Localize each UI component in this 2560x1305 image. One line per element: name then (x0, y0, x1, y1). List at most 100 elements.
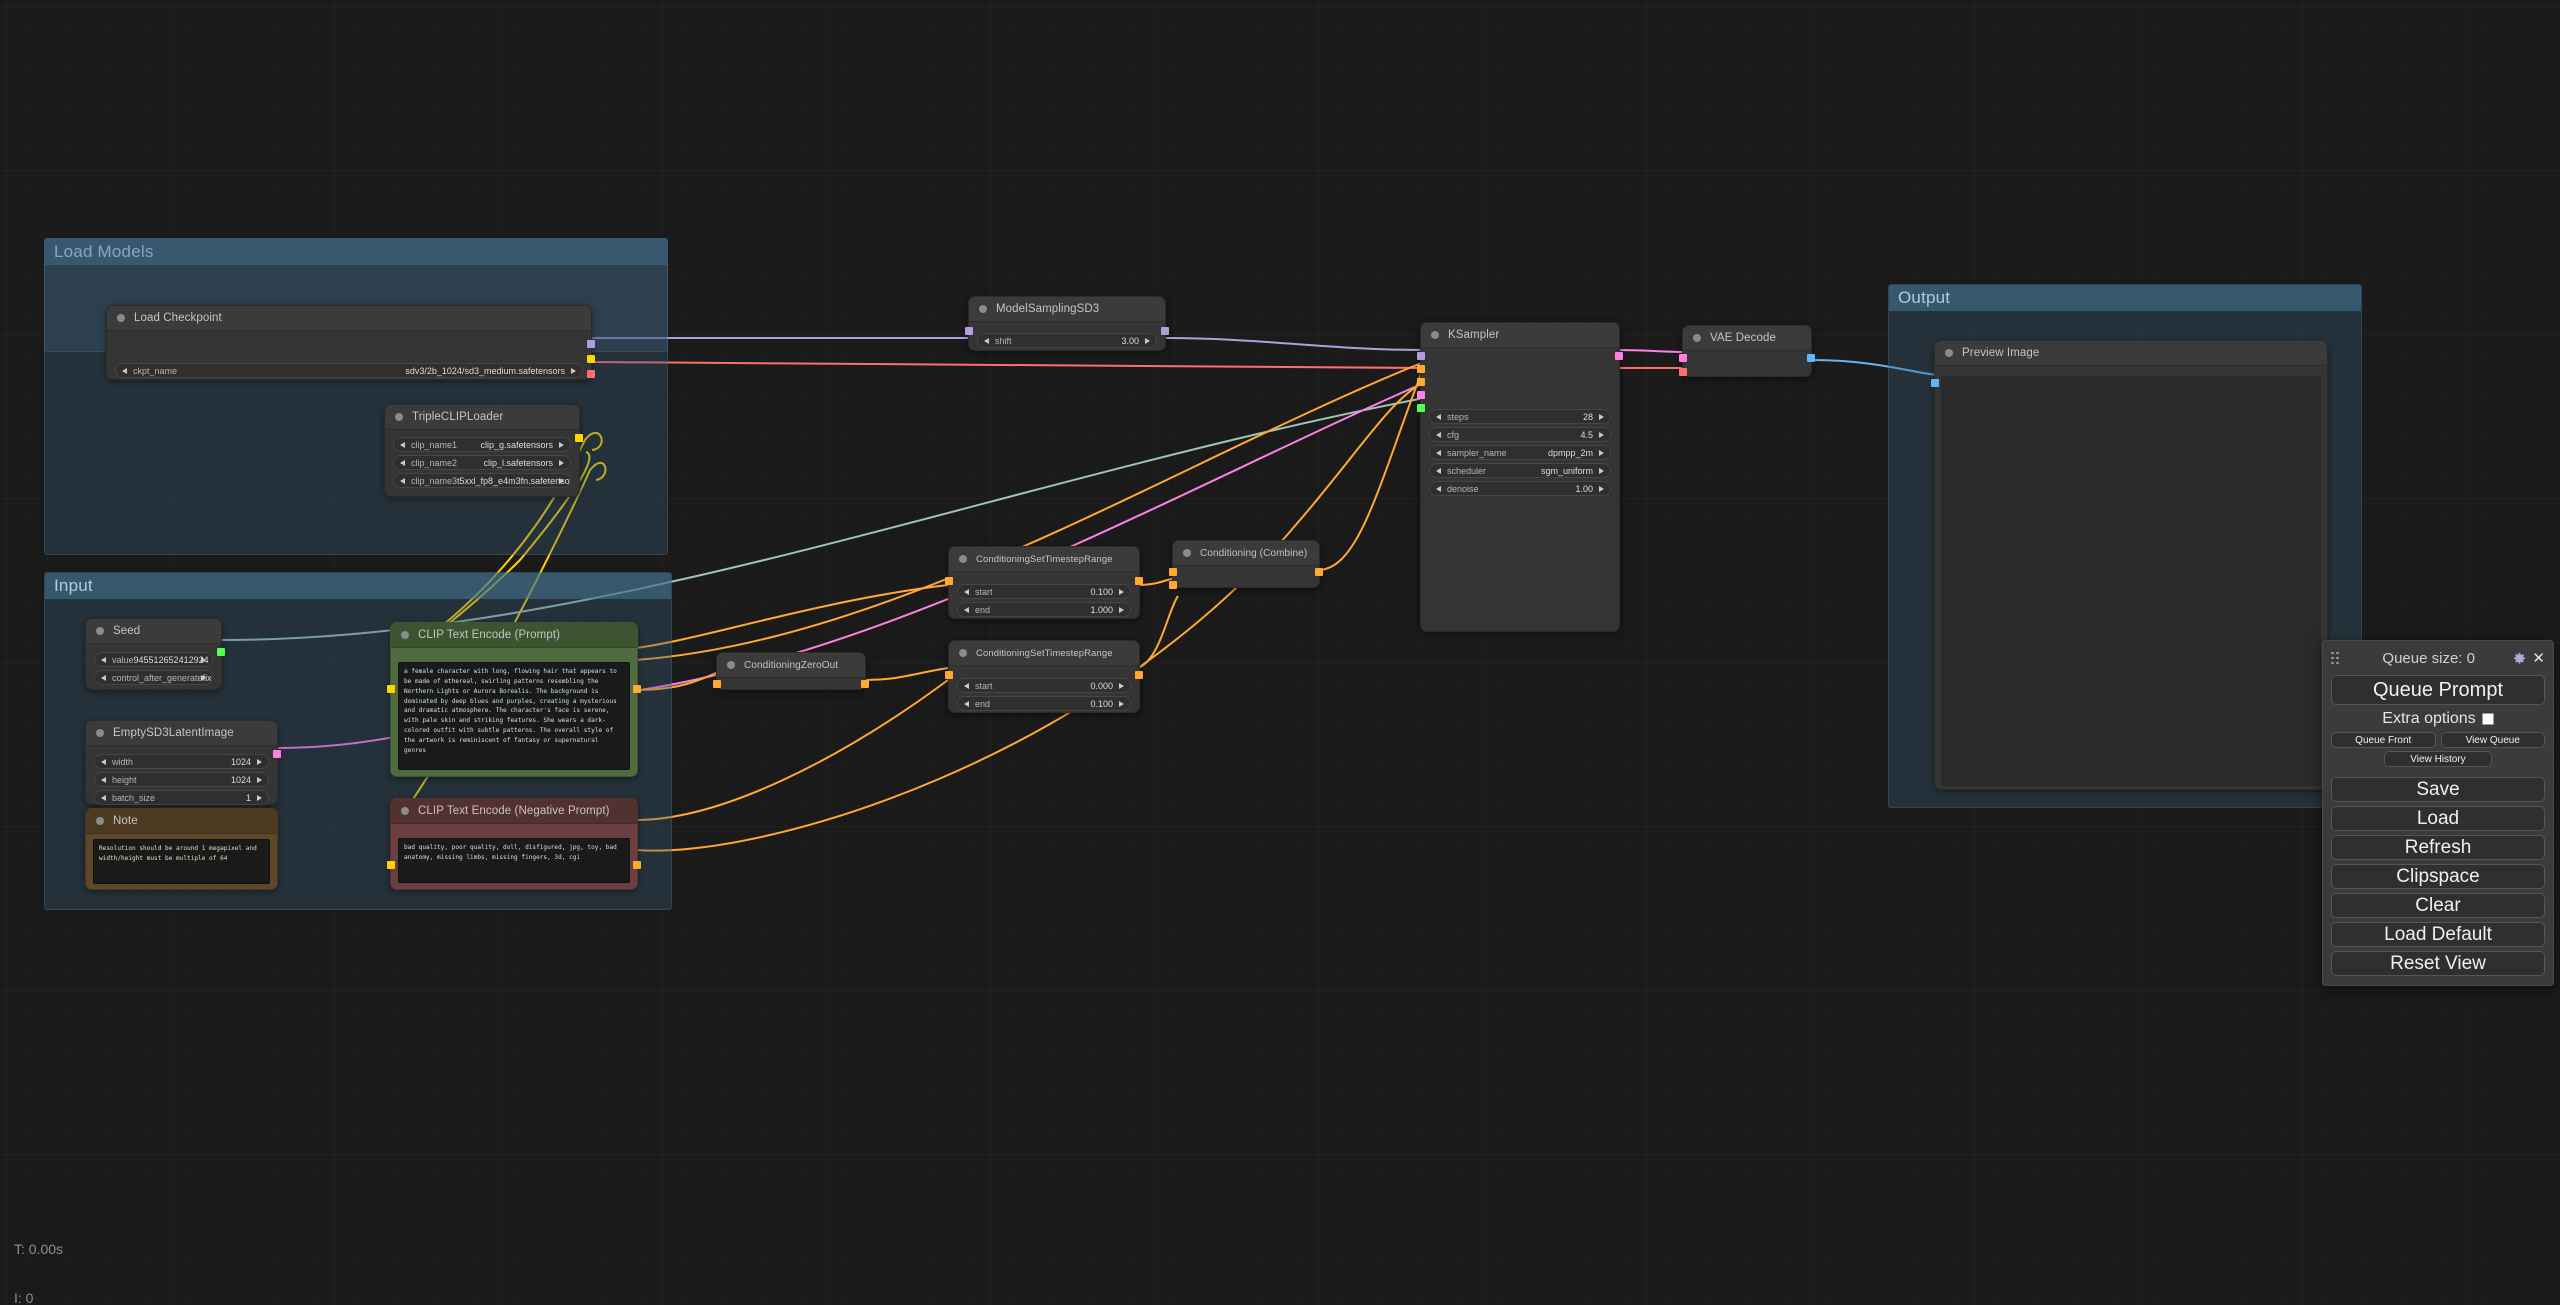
output-slot-conditioning[interactable] (633, 861, 641, 869)
input-slot-seed[interactable] (1417, 404, 1425, 412)
node-header[interactable]: ConditioningZeroOut (717, 653, 865, 678)
input-slot-conditioning-2[interactable] (1169, 581, 1177, 589)
node-collapse-icon[interactable] (401, 631, 409, 639)
input-slot-model[interactable] (1417, 352, 1425, 360)
view-history-button[interactable]: View History (2384, 751, 2492, 767)
increment-arrow-icon[interactable] (571, 367, 576, 374)
output-slot-conditioning[interactable] (861, 680, 869, 688)
widget-sampler-name[interactable]: sampler_name dpmpp_2m (1429, 445, 1611, 460)
node-load-checkpoint[interactable]: Load Checkpoint ckpt_name sdv3/2b_1024/s… (106, 305, 595, 380)
clear-button[interactable]: Clear (2331, 893, 2545, 918)
decrement-arrow-icon[interactable] (101, 674, 106, 681)
input-slot-positive[interactable] (1417, 365, 1425, 373)
decrement-arrow-icon[interactable] (1436, 449, 1441, 456)
node-collapse-icon[interactable] (117, 314, 125, 322)
gear-icon[interactable] (2512, 651, 2527, 666)
widget-start[interactable]: start 0.000 (957, 678, 1131, 693)
widget-clip-name3[interactable]: clip_name3 t5xxl_fp8_e4m3fn.safetensors (393, 473, 571, 488)
node-header[interactable]: Load Checkpoint (107, 306, 591, 331)
decrement-arrow-icon[interactable] (101, 776, 106, 783)
input-slot-samples[interactable] (1679, 354, 1687, 362)
decrement-arrow-icon[interactable] (400, 441, 405, 448)
widget-end[interactable]: end 0.100 (957, 696, 1131, 711)
node-header[interactable]: CLIP Text Encode (Negative Prompt) (391, 799, 637, 824)
decrement-arrow-icon[interactable] (101, 758, 106, 765)
widget-start[interactable]: start 0.100 (957, 584, 1131, 599)
increment-arrow-icon[interactable] (1119, 682, 1124, 689)
node-collapse-icon[interactable] (96, 627, 104, 635)
output-slot-model[interactable] (587, 340, 595, 348)
node-collapse-icon[interactable] (96, 817, 104, 825)
node-collapse-icon[interactable] (959, 555, 967, 563)
output-slot-model[interactable] (1161, 327, 1169, 335)
widget-seed-value[interactable]: value 945512652412924 (94, 652, 213, 667)
node-collapse-icon[interactable] (959, 649, 967, 657)
output-slot-latent[interactable] (273, 750, 281, 758)
widget-control-after-generate[interactable]: control_after_generate fixed (94, 670, 213, 685)
node-model-sampling-sd3[interactable]: ModelSamplingSD3 shift 3.00 (965, 296, 1169, 351)
increment-arrow-icon[interactable] (201, 674, 206, 681)
widget-width[interactable]: width 1024 (94, 754, 269, 769)
decrement-arrow-icon[interactable] (1436, 413, 1441, 420)
load-button[interactable]: Load (2331, 806, 2545, 831)
increment-arrow-icon[interactable] (257, 758, 262, 765)
node-header[interactable]: VAE Decode (1683, 326, 1811, 351)
decrement-arrow-icon[interactable] (984, 337, 989, 344)
node-header[interactable]: Seed (86, 619, 221, 644)
input-slot-clip[interactable] (387, 861, 395, 869)
increment-arrow-icon[interactable] (1119, 606, 1124, 613)
increment-arrow-icon[interactable] (201, 656, 206, 663)
input-slot-negative[interactable] (1417, 378, 1425, 386)
note-text[interactable]: Resolution should be around 1 megapixel … (93, 839, 270, 884)
node-conditioning-set-timestep-range-1[interactable]: ConditioningSetTimestepRange start 0.100… (945, 546, 1143, 619)
decrement-arrow-icon[interactable] (1436, 431, 1441, 438)
node-header[interactable]: Conditioning (Combine) (1173, 541, 1319, 566)
node-vae-decode[interactable]: VAE Decode (1679, 325, 1815, 377)
node-seed[interactable]: Seed value 945512652412924 control_after… (85, 618, 225, 690)
node-collapse-icon[interactable] (1183, 549, 1191, 557)
decrement-arrow-icon[interactable] (1436, 485, 1441, 492)
node-clip-text-encode-positive[interactable]: CLIP Text Encode (Prompt) a female chara… (387, 622, 641, 777)
drag-handle-icon[interactable] (2331, 651, 2341, 665)
input-slot-images[interactable] (1931, 379, 1939, 387)
input-slot-clip[interactable] (387, 685, 395, 693)
extra-options-checkbox[interactable] (2481, 713, 2494, 725)
widget-clip-name2[interactable]: clip_name2 clip_l.safetensors (393, 455, 571, 470)
node-ksampler[interactable]: KSampler steps 28 cfg 4.5 sampler_name d… (1417, 322, 1623, 632)
node-header[interactable]: EmptySD3LatentImage (86, 721, 277, 746)
node-conditioning-set-timestep-range-2[interactable]: ConditioningSetTimestepRange start 0.000… (945, 640, 1143, 713)
increment-arrow-icon[interactable] (1599, 485, 1604, 492)
node-header[interactable]: ConditioningSetTimestepRange (949, 547, 1139, 572)
input-slot-conditioning[interactable] (713, 680, 721, 688)
node-clip-text-encode-negative[interactable]: CLIP Text Encode (Negative Prompt) bad q… (387, 798, 641, 890)
input-slot-conditioning[interactable] (945, 577, 953, 585)
increment-arrow-icon[interactable] (1145, 337, 1150, 344)
negative-prompt-textarea[interactable]: bad quality, poor quality, doll, disfigu… (398, 838, 630, 883)
widget-clip-name1[interactable]: clip_name1 clip_g.safetensors (393, 437, 571, 452)
widget-denoise[interactable]: denoise 1.00 (1429, 481, 1611, 496)
increment-arrow-icon[interactable] (1599, 467, 1604, 474)
widget-end[interactable]: end 1.000 (957, 602, 1131, 617)
clipspace-button[interactable]: Clipspace (2331, 864, 2545, 889)
increment-arrow-icon[interactable] (559, 441, 564, 448)
prompt-textarea[interactable]: a female character with long, flowing ha… (398, 662, 630, 770)
node-note[interactable]: Note Resolution should be around 1 megap… (85, 808, 278, 890)
widget-batch-size[interactable]: batch_size 1 (94, 790, 269, 805)
output-slot-conditioning[interactable] (1315, 568, 1323, 576)
node-collapse-icon[interactable] (1693, 334, 1701, 342)
increment-arrow-icon[interactable] (257, 776, 262, 783)
output-slot-conditioning[interactable] (633, 685, 641, 693)
refresh-button[interactable]: Refresh (2331, 835, 2545, 860)
node-collapse-icon[interactable] (96, 729, 104, 737)
widget-steps[interactable]: steps 28 (1429, 409, 1611, 424)
increment-arrow-icon[interactable] (559, 477, 564, 484)
decrement-arrow-icon[interactable] (964, 682, 969, 689)
decrement-arrow-icon[interactable] (122, 367, 127, 374)
decrement-arrow-icon[interactable] (1436, 467, 1441, 474)
queue-prompt-button[interactable]: Queue Prompt (2331, 675, 2545, 705)
node-collapse-icon[interactable] (1945, 349, 1953, 357)
increment-arrow-icon[interactable] (1119, 588, 1124, 595)
increment-arrow-icon[interactable] (1599, 413, 1604, 420)
node-conditioning-zero-out[interactable]: ConditioningZeroOut (713, 652, 869, 690)
decrement-arrow-icon[interactable] (964, 606, 969, 613)
